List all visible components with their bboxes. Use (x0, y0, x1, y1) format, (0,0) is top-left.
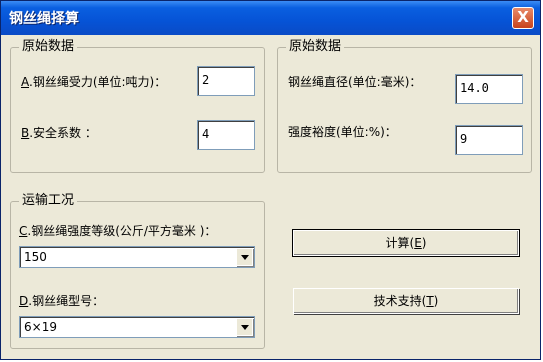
strength-grade-label: C.钢丝绳强度等级(公斤/平方毫米 )： (19, 224, 217, 238)
diameter-input[interactable]: 14.0 (455, 74, 523, 104)
chevron-down-icon[interactable] (236, 318, 253, 336)
strength-margin-input[interactable]: 9 (455, 125, 523, 155)
rope-model-select[interactable]: 6×19 (19, 316, 255, 338)
force-label: A.钢丝绳受力(单位:吨力)： (21, 75, 167, 89)
safety-factor-input[interactable]: 4 (197, 120, 255, 150)
original-data-group-right: 原始数据 钢丝绳直径(单位:毫米)： 14.0 强度裕度(单位:%)： 9 (277, 39, 532, 173)
calculate-button[interactable]: 计算(E) (292, 229, 520, 257)
title-bar[interactable]: 钢丝绳择算 X (1, 1, 540, 35)
force-input[interactable]: 2 (197, 66, 255, 96)
strength-grade-select[interactable]: 150 (19, 246, 255, 268)
strength-margin-label: 强度裕度(单位:%)： (288, 125, 397, 139)
window-title: 钢丝绳择算 (9, 11, 79, 27)
tech-support-button[interactable]: 技术支持(T) (293, 288, 519, 314)
chevron-down-icon[interactable] (236, 248, 253, 266)
group-legend: 原始数据 (286, 39, 345, 55)
transport-condition-group: 运输工况 C.钢丝绳强度等级(公斤/平方毫米 )： 150 D.钢丝绳型号： 6… (10, 193, 265, 349)
dialog-window: 钢丝绳择算 X 原始数据 A.钢丝绳受力(单位:吨力)： 2 B.安全系数 ： … (0, 0, 541, 360)
group-legend: 运输工况 (19, 193, 78, 209)
original-data-group-left: 原始数据 A.钢丝绳受力(单位:吨力)： 2 B.安全系数 ： 4 (10, 39, 265, 173)
group-legend: 原始数据 (19, 39, 78, 55)
diameter-label: 钢丝绳直径(单位:毫米)： (288, 75, 422, 89)
safety-factor-label: B.安全系数 ： (21, 126, 97, 140)
rope-model-label: D.钢丝绳型号： (19, 294, 105, 308)
close-button[interactable]: X (512, 7, 534, 29)
strength-grade-value: 150 (24, 250, 47, 264)
rope-model-value: 6×19 (24, 320, 57, 334)
